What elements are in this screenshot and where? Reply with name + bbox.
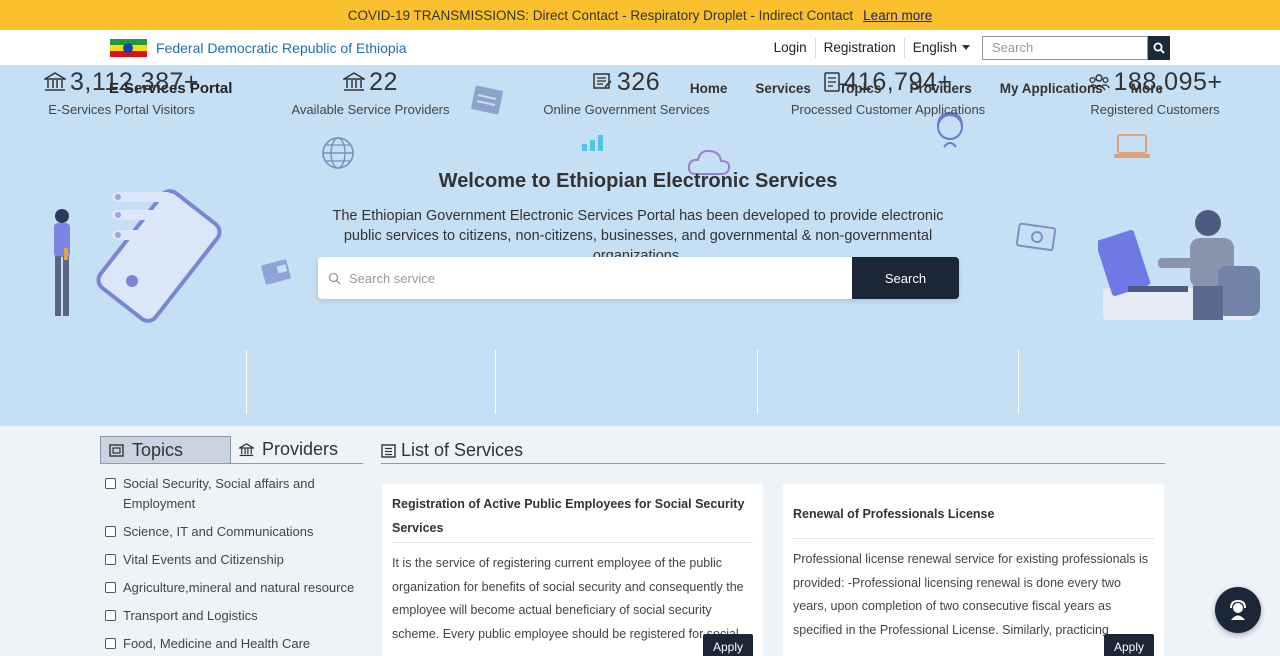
tab-providers-label: Providers: [262, 439, 339, 459]
service-card[interactable]: Renewal of Professionals License Profess…: [783, 484, 1164, 656]
stat-divider: [246, 350, 247, 414]
stat-online-services: 326 Online Government Services: [497, 66, 756, 132]
search-icon: [328, 272, 341, 284]
services-heading: List of Services: [381, 438, 1165, 464]
registration-link[interactable]: Registration: [816, 37, 905, 58]
topic-checkbox[interactable]: [105, 582, 116, 593]
login-link[interactable]: Login: [766, 37, 816, 58]
stat-label: Online Government Services: [543, 102, 710, 117]
topic-label: Transport and Logistics: [123, 608, 258, 623]
chat-agent-icon: [1230, 599, 1246, 620]
services-heading-label: List of Services: [401, 440, 524, 460]
service-card-title[interactable]: Renewal of Professionals License: [793, 492, 1154, 539]
hero-title: Welcome to Ethiopian Electronic Services: [438, 170, 838, 192]
main-content: Topics Providers Social Security, Social…: [0, 426, 1280, 656]
wallet-icon: [261, 259, 291, 285]
sidebar-tabs: Topics Providers: [100, 436, 363, 464]
topic-checkbox[interactable]: [105, 638, 116, 649]
topic-label: Vital Events and Citizenship: [123, 552, 284, 567]
tab-topics[interactable]: Topics: [100, 436, 231, 463]
topic-item[interactable]: Agriculture,mineral and natural resource: [105, 578, 363, 598]
service-search-button[interactable]: Search: [852, 257, 959, 299]
tab-topics-label: Topics: [132, 439, 184, 460]
bank-icon: [239, 442, 254, 456]
stat-value: 22: [369, 67, 398, 96]
services-icon: [593, 73, 612, 89]
service-card-description: Professional license renewal service for…: [793, 552, 1149, 637]
list-icon: [381, 443, 396, 458]
covid-banner: COVID-19 TRANSMISSIONS: Direct Contact -…: [0, 0, 1280, 30]
topic-label: Food, Medicine and Health Care: [123, 636, 311, 651]
tab-providers[interactable]: Providers: [231, 436, 363, 463]
topic-item[interactable]: Food, Medicine and Health Care: [105, 634, 363, 654]
topic-item[interactable]: Science, IT and Communications: [105, 522, 363, 542]
bank-icon: [44, 72, 67, 91]
stat-value: 326: [616, 67, 661, 96]
topic-label: Agriculture,mineral and natural resource: [123, 580, 355, 595]
folder-icon: [109, 444, 124, 457]
stat-label: E-Services Portal Visitors: [48, 102, 195, 117]
topic-item[interactable]: Social Security, Social affairs and Empl…: [105, 474, 363, 514]
stat-value: 3,112,387+: [70, 67, 199, 96]
top-bar: Federal Democratic Republic of Ethiopia …: [0, 30, 1280, 66]
phone-illustration: [54, 189, 222, 323]
service-card-description: It is the service of registering current…: [392, 556, 744, 641]
stat-divider: [757, 350, 758, 414]
language-dropdown[interactable]: English: [905, 38, 978, 58]
money-icon: [1015, 222, 1057, 252]
stat-label: Registered Customers: [1090, 102, 1220, 117]
laptop-icon: [1114, 134, 1150, 158]
topic-checkbox[interactable]: [105, 554, 116, 565]
chat-support-button[interactable]: [1215, 587, 1261, 633]
hero-section: E-Services Portal Home Services Topics P…: [0, 66, 1280, 426]
topic-checkbox[interactable]: [105, 610, 116, 621]
hero-search: Search service Search: [318, 257, 959, 299]
signal-icon: [582, 135, 603, 151]
topic-checkbox[interactable]: [105, 478, 116, 489]
topic-list: Social Security, Social affairs and Empl…: [105, 474, 363, 656]
worker-illustration: [1098, 210, 1260, 320]
country-link[interactable]: Federal Democratic Republic of Ethiopia: [156, 40, 407, 56]
banner-text: COVID-19 TRANSMISSIONS: Direct Contact -…: [347, 7, 854, 23]
apply-button[interactable]: Apply: [702, 634, 753, 656]
service-card[interactable]: Registration of Active Public Employees …: [382, 484, 763, 656]
stat-value: 416,794+: [843, 67, 953, 96]
stat-applications: 416,794+ Processed Customer Applications: [758, 66, 1018, 132]
stat-divider: [495, 350, 496, 414]
top-search: Search: [982, 35, 1170, 60]
caret-down-icon: [962, 45, 970, 51]
stat-visitors: 3,112,387+ E-Services Portal Visitors: [0, 66, 243, 132]
users-icon: [1087, 74, 1110, 91]
learn-more-link[interactable]: Learn more: [863, 8, 932, 23]
search-icon: [1153, 42, 1165, 54]
stat-customers: 188,095+ Registered Customers: [1020, 66, 1280, 132]
top-search-button[interactable]: [1148, 35, 1170, 60]
stat-value: 188,095+: [1113, 67, 1223, 96]
topic-checkbox[interactable]: [105, 526, 116, 537]
top-search-input[interactable]: Search: [982, 35, 1148, 60]
stat-providers: 22 Available Service Providers: [248, 66, 493, 132]
ethiopia-flag-icon: [110, 38, 147, 57]
top-nav: Login Registration English Search: [766, 35, 1170, 60]
bank-icon: [343, 72, 366, 91]
language-label: English: [912, 39, 957, 55]
topic-item[interactable]: Vital Events and Citizenship: [105, 550, 363, 570]
stat-label: Available Service Providers: [291, 102, 450, 117]
topic-label: Social Security, Social affairs and Empl…: [123, 476, 315, 511]
stat-divider: [1018, 350, 1019, 414]
document-icon: [823, 72, 840, 92]
globe-icon: [322, 137, 354, 169]
service-card-title[interactable]: Registration of Active Public Employees …: [392, 492, 753, 543]
topic-item[interactable]: Transport and Logistics: [105, 606, 363, 626]
apply-button[interactable]: Apply: [1103, 634, 1154, 656]
topic-label: Science, IT and Communications: [123, 524, 314, 539]
service-search-placeholder: Search service: [349, 270, 435, 286]
service-search-input[interactable]: Search service: [318, 257, 852, 299]
stat-label: Processed Customer Applications: [790, 102, 986, 117]
